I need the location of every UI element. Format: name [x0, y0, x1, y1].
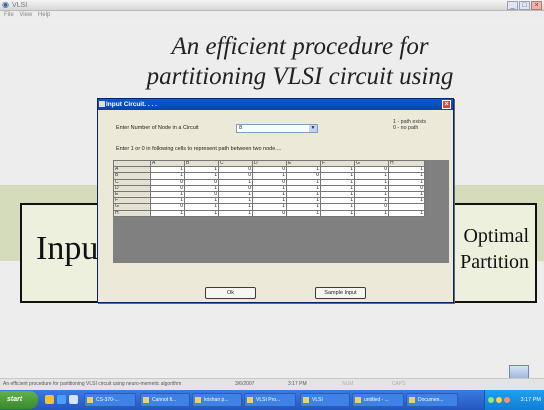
slide-title-line1: An efficient procedure for — [171, 33, 429, 60]
chevron-down-icon[interactable]: ▼ — [309, 125, 317, 132]
grid-cell[interactable]: 1 — [286, 209, 321, 217]
status-time: 3:17 PM — [288, 381, 307, 387]
status-bar: An efficient procedure for partitioning … — [0, 378, 544, 390]
legend-no-path: 0 - no path — [393, 125, 419, 131]
optimal-partition-label: Optimal Partition — [460, 223, 529, 275]
task-label: krishan p... — [204, 397, 229, 403]
grid-cell[interactable]: 1 — [184, 209, 219, 217]
tray-volume-icon[interactable] — [496, 397, 502, 403]
node-count-select[interactable]: 8 ▼ — [236, 124, 318, 133]
grid-cell[interactable]: 1 — [388, 209, 425, 217]
task-window-icon — [355, 397, 361, 403]
start-button[interactable]: start — [0, 391, 38, 409]
close-button[interactable]: × — [531, 1, 542, 10]
input-circuit-dialog: Input Circuit. . . . × Enter Number of N… — [97, 98, 454, 303]
taskbar-task-button[interactable]: VLSI Pro... — [244, 393, 296, 407]
grid-row-header: H — [113, 209, 151, 217]
node-count-value: 8 — [239, 125, 243, 131]
maximize-button[interactable]: □ — [519, 1, 530, 10]
window-controls: _ □ × — [507, 1, 542, 10]
taskbar-task-button[interactable]: VLSI — [300, 393, 350, 407]
taskbar-task-button[interactable]: krishan p... — [192, 393, 242, 407]
taskbar-clock: 3:17 PM — [520, 397, 541, 403]
grid-cell[interactable]: 1 — [320, 209, 355, 217]
window-title: VLSI — [12, 2, 28, 9]
dialog-icon — [99, 101, 105, 107]
menu-file[interactable]: File — [4, 12, 14, 18]
dialog-close-button[interactable]: × — [442, 100, 451, 109]
sample-input-button[interactable]: Sample Input — [315, 287, 366, 299]
taskbar-task-button[interactable]: untitled - ... — [352, 393, 404, 407]
menu-bar: File View Help — [0, 11, 544, 20]
menu-view[interactable]: View — [19, 12, 32, 18]
task-label: Documen... — [418, 397, 444, 403]
grid-row: H11101111 — [113, 209, 425, 217]
task-window-icon — [303, 397, 309, 403]
optimal-partition-line2: Partition — [460, 251, 529, 273]
task-window-icon — [143, 397, 149, 403]
status-text: An efficient procedure for partitioning … — [3, 381, 182, 387]
quicklaunch-folder-icon[interactable] — [45, 395, 54, 404]
minimize-button[interactable]: _ — [507, 1, 518, 10]
adjacency-grid: ABCDEFGHA11001101B11010111C00101111D0101… — [113, 159, 425, 217]
task-label: VLSI — [312, 397, 323, 403]
tray-security-icon[interactable] — [504, 397, 510, 403]
tray-network-icon[interactable] — [488, 397, 494, 403]
node-count-label: Enter Number of Node in a Circuit — [116, 125, 199, 131]
quicklaunch-desktop-icon[interactable] — [69, 395, 78, 404]
adjacency-grid-area: ABCDEFGHA11001101B11010111C00101111D0101… — [113, 159, 449, 263]
task-label: Cannot fi... — [152, 397, 177, 403]
taskbar-task-button[interactable]: Cannot fi... — [140, 393, 190, 407]
app-icon: ◉ — [2, 0, 9, 9]
task-window-icon — [87, 397, 93, 403]
grid-cell[interactable]: 1 — [218, 209, 253, 217]
path-legend: 1 - path exists 0 - no path — [393, 119, 426, 131]
task-label: untitled - ... — [364, 397, 389, 403]
status-num: NUM — [342, 381, 354, 387]
task-label: CS-370-... — [96, 397, 119, 403]
task-window-icon — [195, 397, 201, 403]
taskbar: start CS-370-... Cannot fi... krishan p...… — [0, 390, 544, 410]
grid-cell[interactable]: 0 — [252, 209, 287, 217]
status-date: 3/6/2007 — [235, 381, 255, 387]
window-titlebar: ◉ VLSI _ □ × — [0, 0, 544, 11]
status-caps: CAPS — [392, 381, 406, 387]
taskbar-task-button[interactable]: CS-370-... — [84, 393, 136, 407]
optimal-partition-line1: Optimal — [463, 225, 529, 247]
task-window-icon — [409, 397, 415, 403]
slide-title: An efficient procedure for partitioning … — [110, 32, 490, 92]
ok-button[interactable]: Ok — [205, 287, 256, 299]
grid-instruction: Enter 1 or 0 in following cells to repre… — [116, 146, 282, 152]
dialog-titlebar: Input Circuit. . . . × — [98, 99, 453, 110]
system-tray: 3:17 PM — [484, 390, 544, 410]
dialog-title: Input Circuit. . . . — [106, 101, 157, 108]
grid-cell[interactable]: 1 — [150, 209, 185, 217]
task-window-icon — [247, 397, 253, 403]
grid-cell[interactable]: 1 — [354, 209, 389, 217]
quicklaunch-browser-icon[interactable] — [57, 395, 66, 404]
menu-help[interactable]: Help — [38, 12, 50, 18]
slide-title-line2: partitioning VLSI circuit using — [146, 63, 454, 90]
input-box-label: Inpu — [36, 230, 99, 267]
taskbar-task-button[interactable]: Documen... — [406, 393, 458, 407]
task-label: VLSI Pro... — [256, 397, 281, 403]
